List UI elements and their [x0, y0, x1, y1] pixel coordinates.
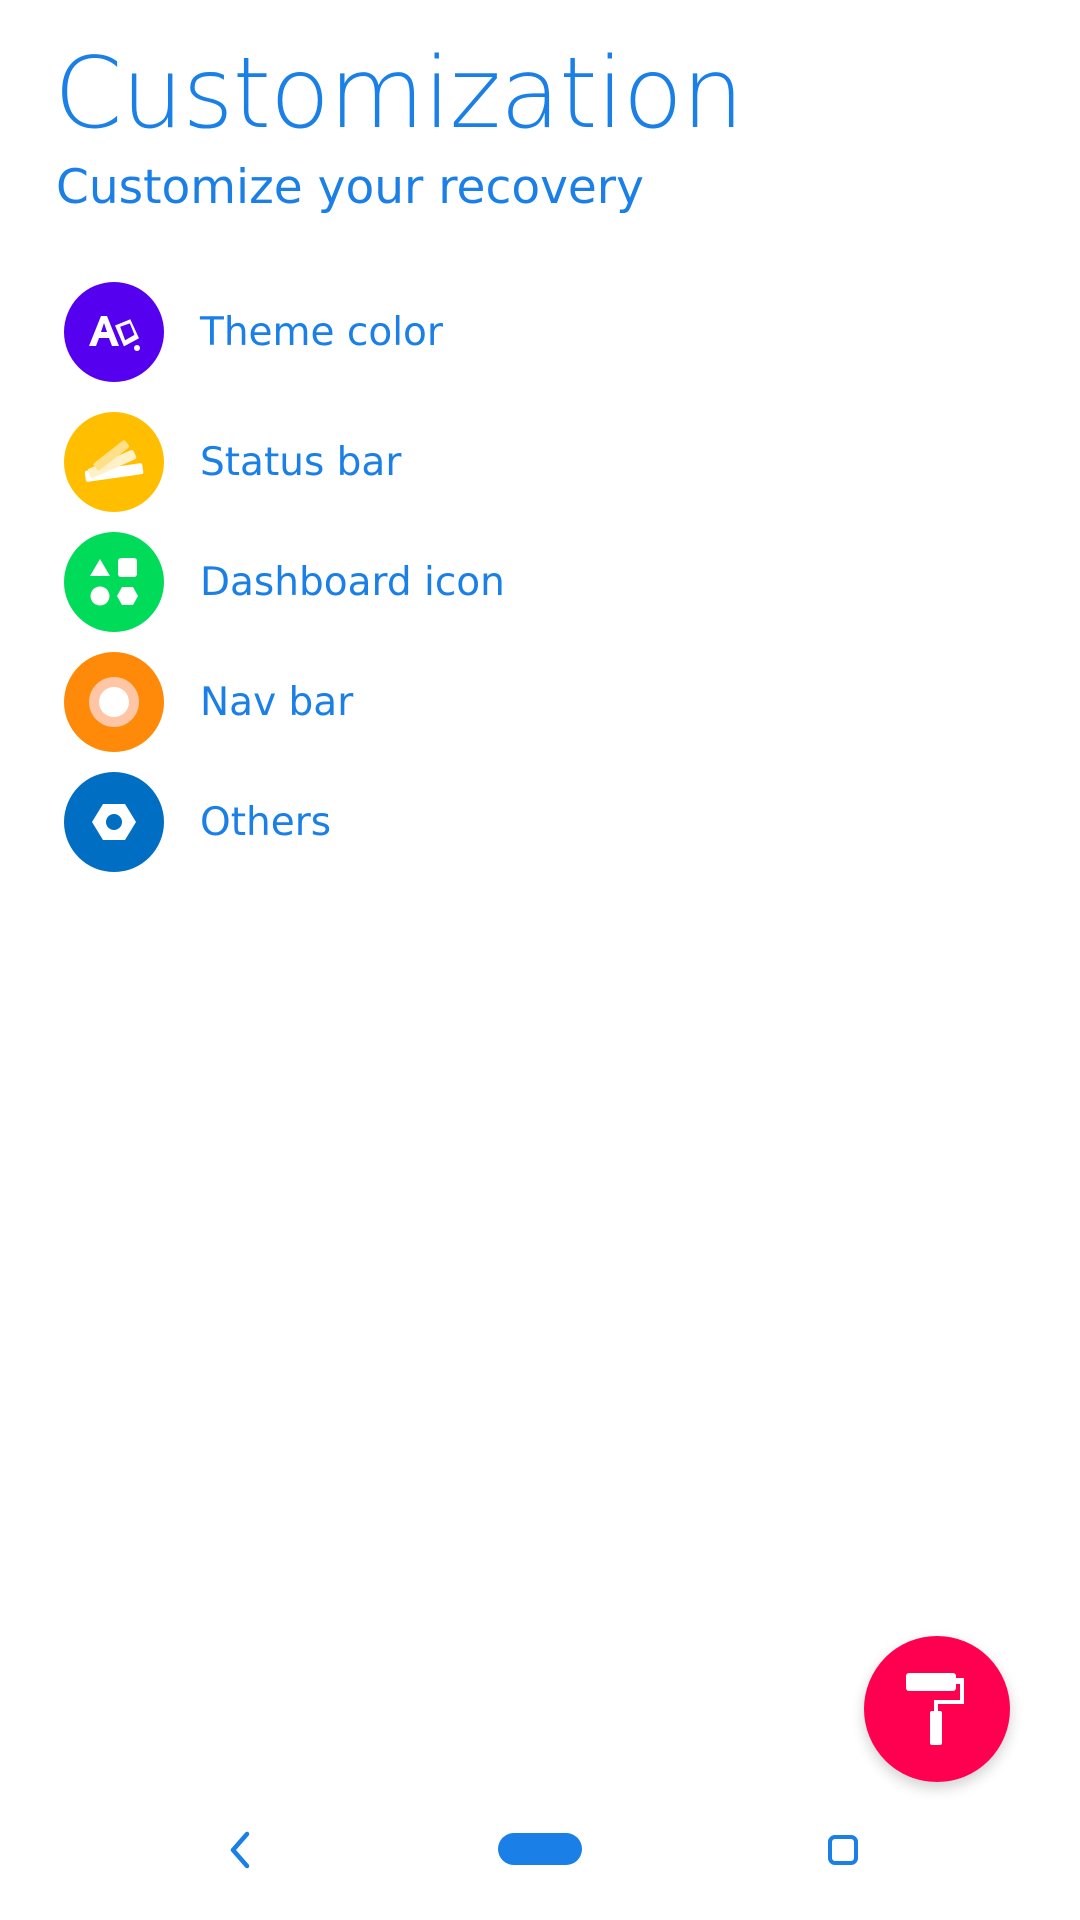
paint-roller-icon [906, 1673, 964, 1745]
menu-item-label: Theme color [200, 309, 443, 355]
home-button[interactable] [498, 1832, 582, 1866]
menu-item-label: Nav bar [200, 679, 354, 725]
menu-item-label: Others [200, 799, 332, 845]
menu-item-theme-color[interactable]: Theme color [64, 282, 443, 382]
menu-item-dashboard-icon[interactable]: Dashboard icon [64, 532, 505, 632]
recents-icon [828, 1835, 858, 1865]
status-bar-icon [64, 412, 164, 512]
menu-item-others[interactable]: Others [64, 772, 331, 872]
dashboard-icon [64, 532, 164, 632]
customization-screen: Customization Customize your recovery Th… [0, 0, 1080, 1920]
theme-color-icon [64, 282, 164, 382]
customize-fab-button[interactable] [864, 1636, 1010, 1782]
page-subtitle: Customize your recovery [56, 160, 644, 215]
recents-button[interactable] [813, 1824, 873, 1876]
menu-item-label: Status bar [200, 439, 402, 485]
system-navigation-bar [0, 1800, 1080, 1920]
home-pill-icon [498, 1833, 582, 1865]
nav-bar-icon [64, 652, 164, 752]
page-title: Customization [54, 37, 744, 151]
menu-item-status-bar[interactable]: Status bar [64, 412, 401, 512]
menu-item-label: Dashboard icon [200, 559, 505, 605]
others-icon [64, 772, 164, 872]
back-button[interactable] [210, 1820, 270, 1880]
menu-item-nav-bar[interactable]: Nav bar [64, 652, 353, 752]
back-icon [230, 1831, 250, 1869]
